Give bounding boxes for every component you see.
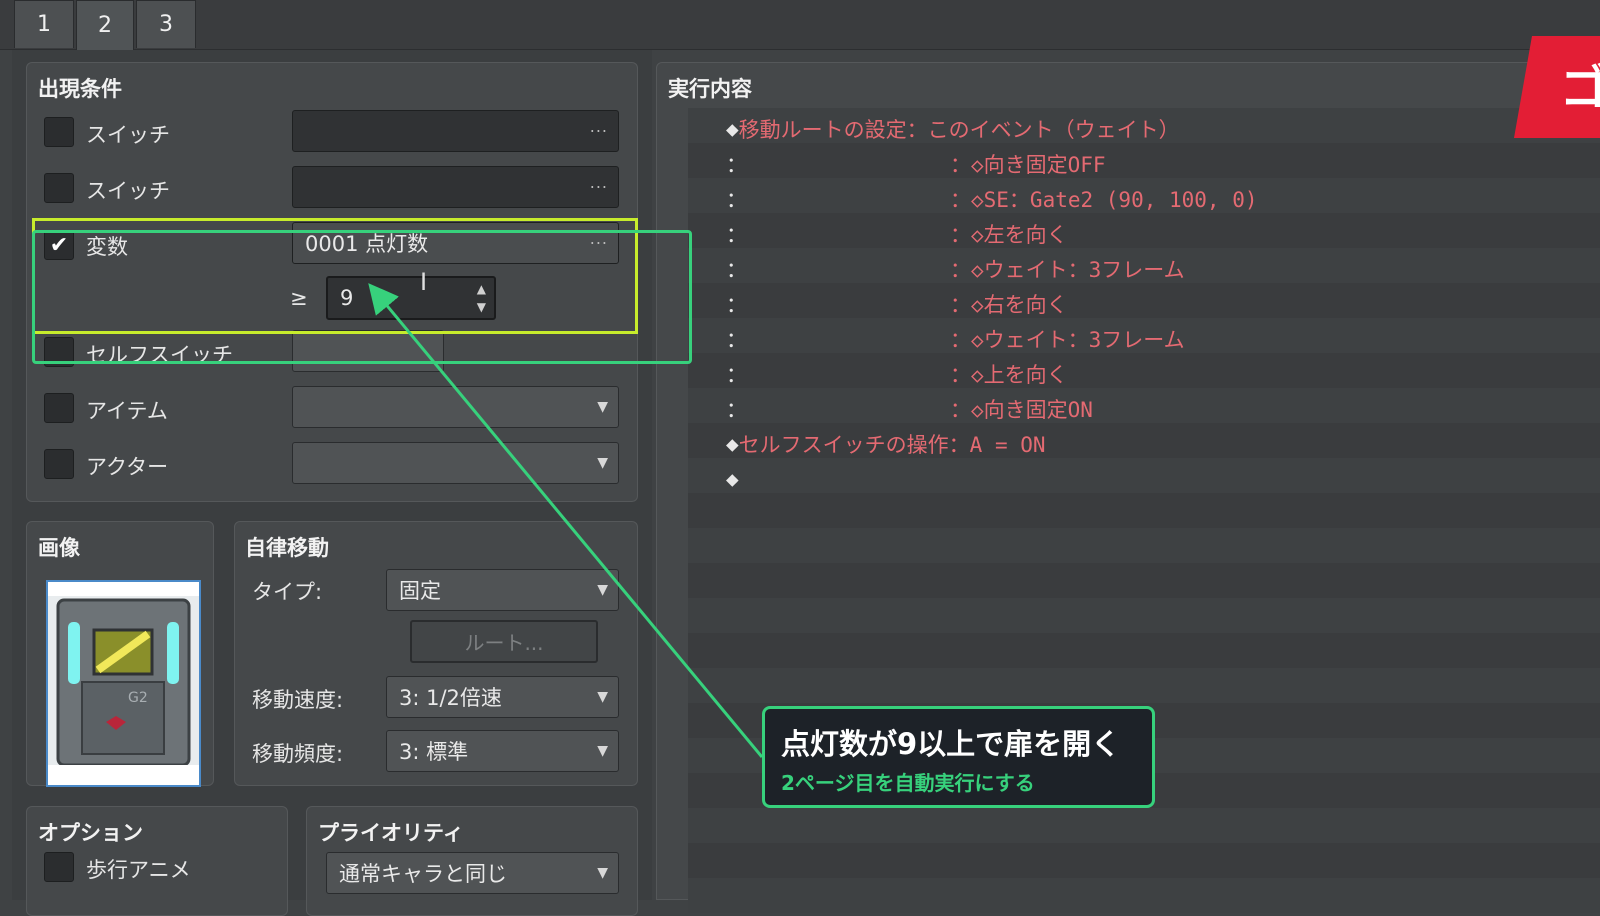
callout-sub-text: 2ページ目を自動実行にする [781, 771, 1035, 795]
annotation-callout: 点灯数が9以上で扉を開く 2ページ目を自動実行にする [762, 706, 1155, 808]
callout-main-text: 点灯数が9以上で扉を開く [781, 727, 1121, 761]
